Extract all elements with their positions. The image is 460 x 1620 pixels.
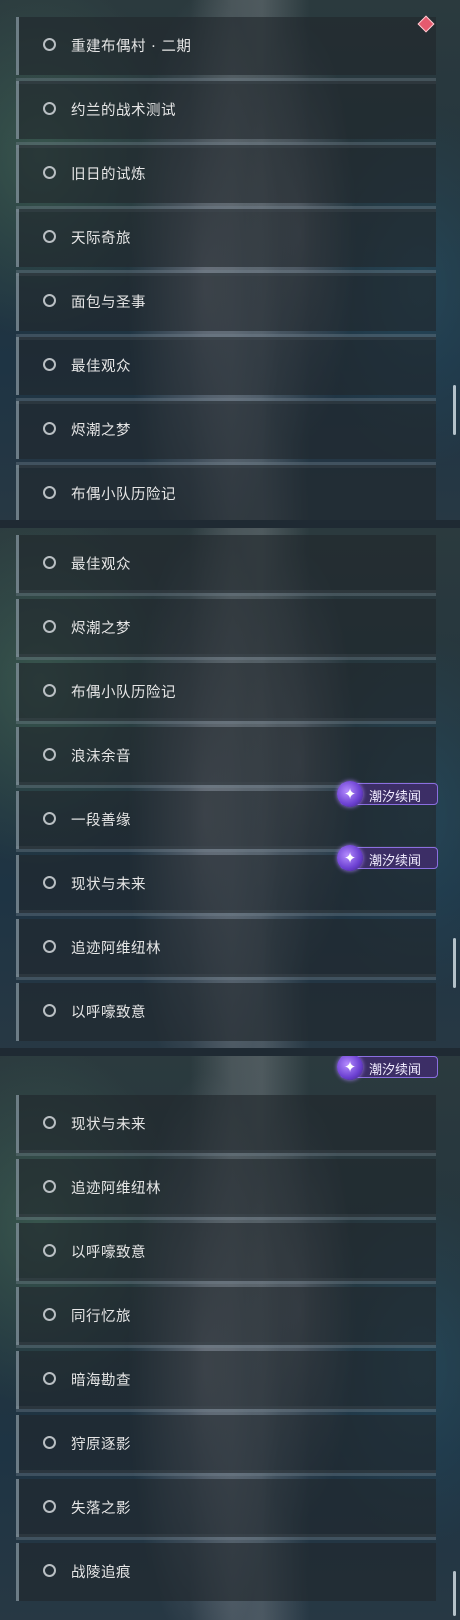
quest-item[interactable]: 同行忆旅	[16, 1287, 436, 1345]
status-circle-icon	[43, 812, 56, 825]
status-circle-icon	[43, 1436, 56, 1449]
badge-label: 潮汐续闻	[369, 1063, 422, 1078]
status-circle-icon	[43, 486, 56, 499]
quest-item-label: 以呼嚎致意	[71, 1005, 146, 1021]
quest-item[interactable]: 烬潮之梦	[16, 599, 436, 657]
tidal-sequel-badge: ✦ 潮汐续闻	[337, 1056, 438, 1080]
quest-item-label: 旧日的试炼	[71, 167, 146, 183]
quest-item-label: 天际奇旅	[71, 231, 131, 247]
tidal-sequel-icon: ✦	[337, 845, 363, 871]
quest-item-label: 布偶小队历险记	[71, 685, 176, 701]
quest-item[interactable]: 烬潮之梦	[16, 401, 436, 459]
quest-item[interactable]: 浪沫余音	[16, 727, 436, 785]
status-circle-icon	[43, 556, 56, 569]
tidal-sequel-badge: ✦ 潮汐续闻	[337, 845, 438, 871]
quest-item[interactable]: 以呼嚎致意	[16, 1223, 436, 1281]
quest-item-label: 布偶小队历险记	[71, 487, 176, 503]
quest-item[interactable]: 重建布偶村 · 二期	[16, 17, 436, 75]
status-circle-icon	[43, 38, 56, 51]
quest-item[interactable]: 狩原逐影	[16, 1415, 436, 1473]
quest-item[interactable]: 约兰的战术测试	[16, 81, 436, 139]
quest-item-label: 同行忆旅	[71, 1309, 131, 1325]
quest-item-label: 约兰的战术测试	[71, 103, 176, 119]
status-circle-icon	[43, 620, 56, 633]
quest-item-label: 狩原逐影	[71, 1437, 131, 1453]
status-circle-icon	[43, 1244, 56, 1257]
quest-item-label: 烬潮之梦	[71, 423, 131, 439]
quest-item[interactable]: 追迹阿维纽林	[16, 1159, 436, 1217]
badge-label: 潮汐续闻	[369, 790, 422, 805]
tidal-sequel-icon: ✦	[337, 1056, 363, 1080]
status-circle-icon	[43, 684, 56, 697]
quest-item[interactable]: 暗海勘查	[16, 1351, 436, 1409]
quest-item-label: 烬潮之梦	[71, 621, 131, 637]
quest-item-label: 追迹阿维纽林	[71, 1181, 161, 1197]
scrollbar[interactable]	[453, 1571, 456, 1616]
status-circle-icon	[43, 294, 56, 307]
status-circle-icon	[43, 166, 56, 179]
quest-item[interactable]: 布偶小队历险记	[16, 663, 436, 721]
quest-item-label: 浪沫余音	[71, 749, 131, 765]
quest-list-panel-1: 重建布偶村 · 二期 约兰的战术测试 旧日的试炼 天际奇旅 面包与圣事 最佳观众…	[0, 0, 460, 520]
quest-item-label: 战陵追痕	[71, 1565, 131, 1581]
quest-item-label: 最佳观众	[71, 359, 131, 375]
status-circle-icon	[43, 1372, 56, 1385]
quest-item-label: 现状与未来	[71, 877, 146, 893]
quest-item-label: 重建布偶村 · 二期	[71, 39, 192, 55]
quest-item[interactable]: 面包与圣事	[16, 273, 436, 331]
quest-item[interactable]: 失落之影	[16, 1479, 436, 1537]
quest-list-panel-2: 最佳观众 烬潮之梦 布偶小队历险记 浪沫余音 一段善缘 现状与未来 追迹阿维纽林…	[0, 528, 460, 1048]
status-circle-icon	[43, 102, 56, 115]
quest-item[interactable]: 最佳观众	[16, 535, 436, 593]
status-circle-icon	[43, 940, 56, 953]
quest-item[interactable]: 布偶小队历险记	[16, 465, 436, 520]
tidal-sequel-icon: ✦	[337, 781, 363, 807]
quest-item[interactable]: 旧日的试炼	[16, 145, 436, 203]
quest-item-label: 面包与圣事	[71, 295, 146, 311]
quest-item-label: 以呼嚎致意	[71, 1245, 146, 1261]
status-circle-icon	[43, 1004, 56, 1017]
status-circle-icon	[43, 1564, 56, 1577]
status-circle-icon	[43, 1116, 56, 1129]
scrollbar[interactable]	[453, 385, 456, 435]
quest-item[interactable]: 追迹阿维纽林	[16, 919, 436, 977]
quest-item[interactable]: 以呼嚎致意	[16, 983, 436, 1041]
quest-item[interactable]: 天际奇旅	[16, 209, 436, 267]
quest-item[interactable]: 战陵追痕	[16, 1543, 436, 1601]
status-circle-icon	[43, 1180, 56, 1193]
tidal-sequel-badge: ✦ 潮汐续闻	[337, 781, 438, 807]
badge-label: 潮汐续闻	[369, 854, 422, 869]
status-circle-icon	[43, 748, 56, 761]
quest-item-label: 追迹阿维纽林	[71, 941, 161, 957]
quest-item[interactable]: 最佳观众	[16, 337, 436, 395]
status-circle-icon	[43, 876, 56, 889]
status-circle-icon	[43, 1308, 56, 1321]
quest-list-panel-3: 现状与未来 追迹阿维纽林 以呼嚎致意 同行忆旅 暗海勘查 狩原逐影 失落之影 战…	[0, 1056, 460, 1620]
status-circle-icon	[43, 358, 56, 371]
quest-item-label: 一段善缘	[71, 813, 131, 829]
status-circle-icon	[43, 1500, 56, 1513]
quest-item-label: 失落之影	[71, 1501, 131, 1517]
quest-item-label: 最佳观众	[71, 557, 131, 573]
quest-item-label: 暗海勘查	[71, 1373, 131, 1389]
status-circle-icon	[43, 422, 56, 435]
quest-item-label: 现状与未来	[71, 1117, 146, 1133]
scrollbar[interactable]	[453, 938, 456, 988]
quest-item[interactable]: 现状与未来	[16, 1095, 436, 1153]
status-circle-icon	[43, 230, 56, 243]
